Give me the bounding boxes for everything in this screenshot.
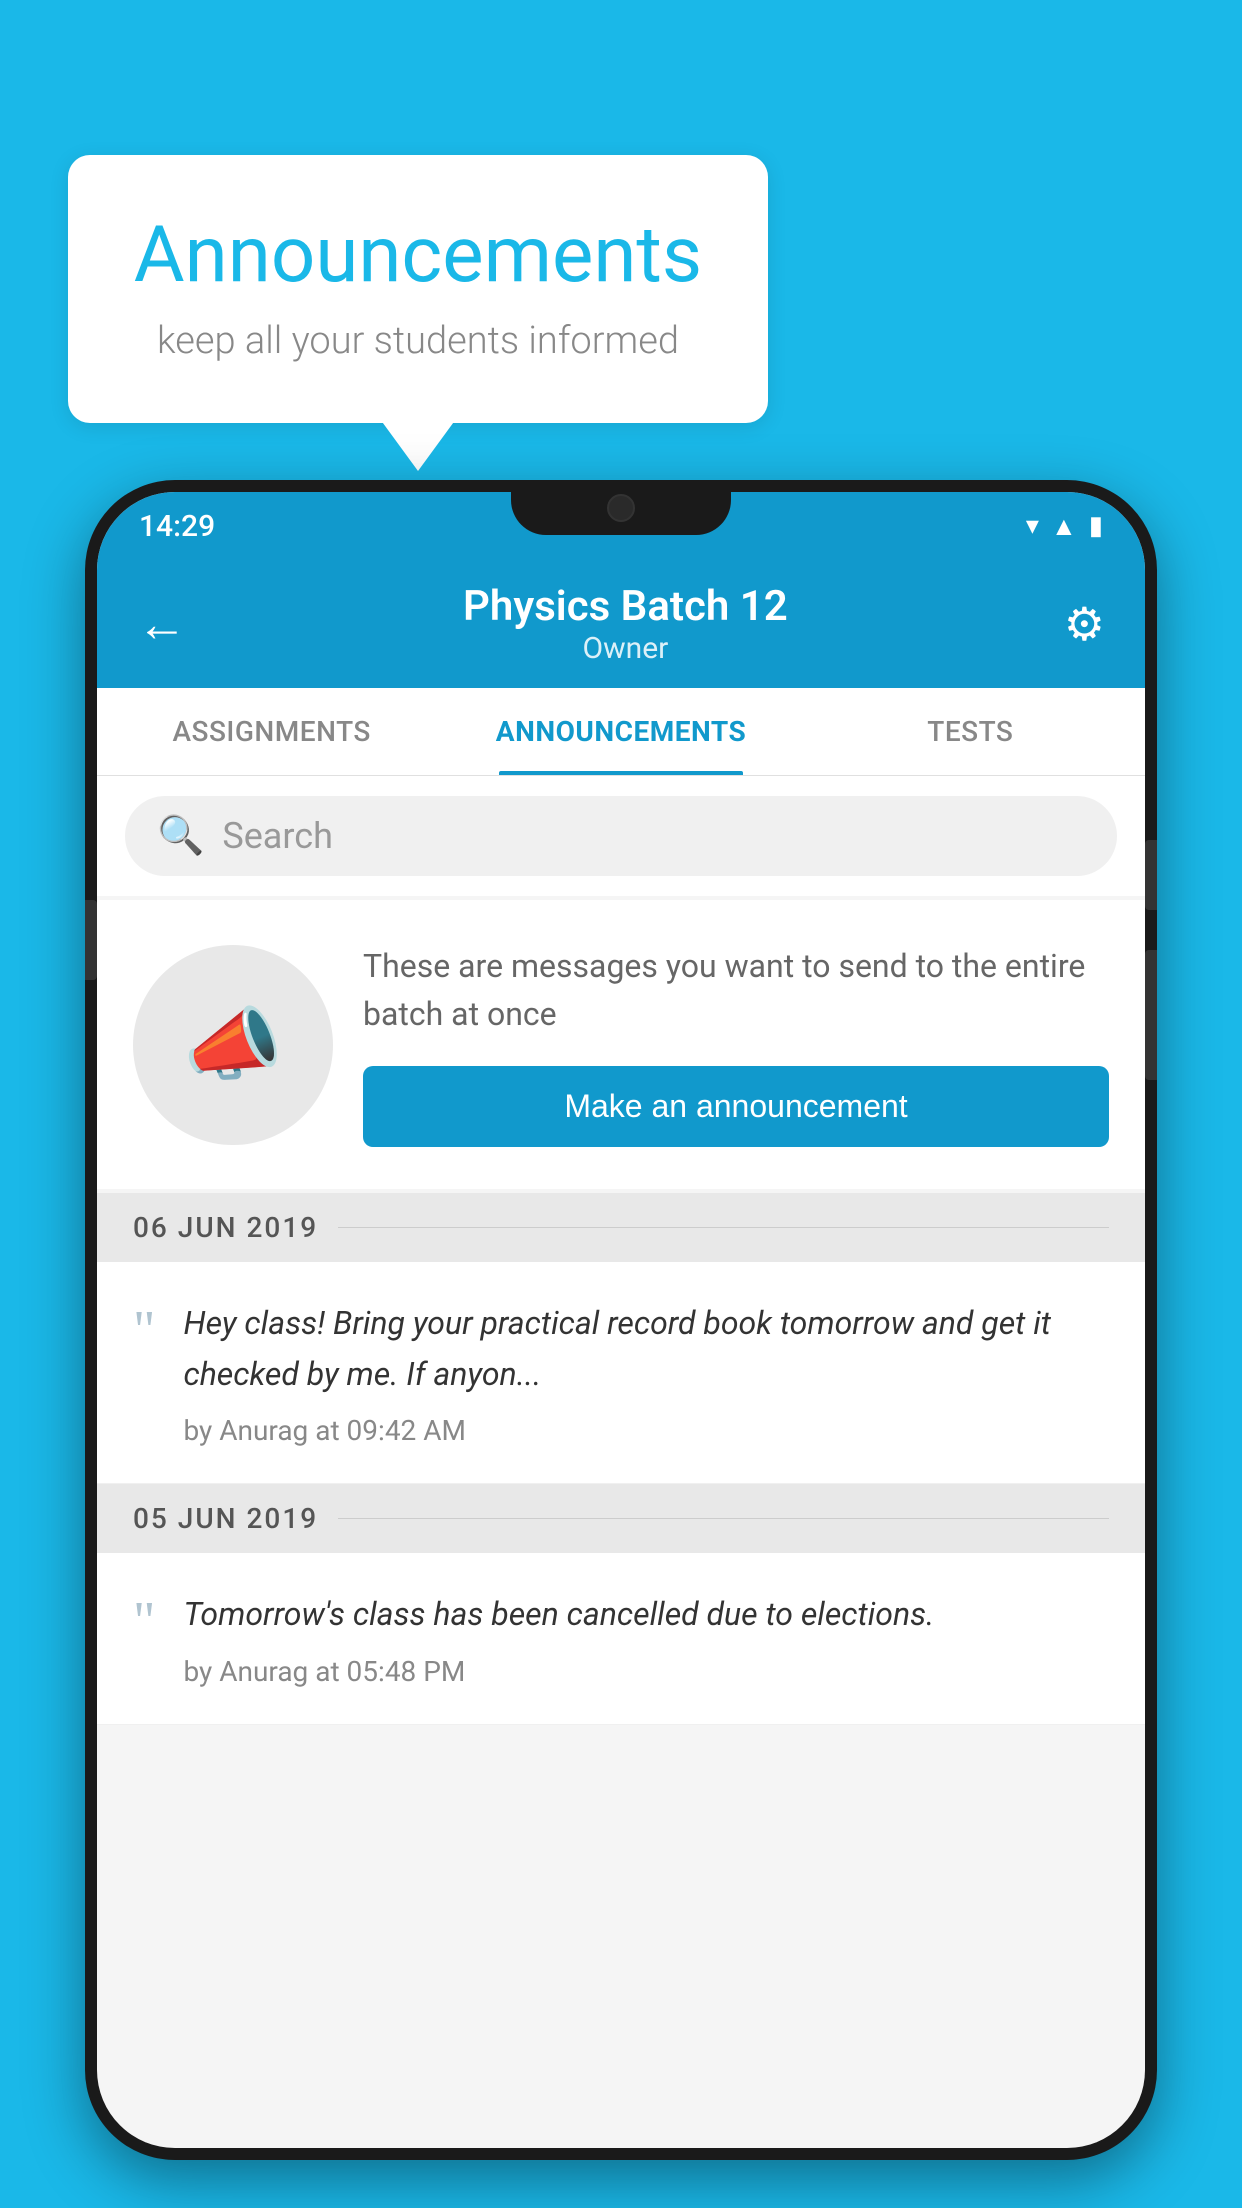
date-label-2: 05 JUN 2019 bbox=[133, 1502, 318, 1535]
status-time: 14:29 bbox=[139, 509, 215, 544]
announcement-item-2[interactable]: " Tomorrow's class has been cancelled du… bbox=[97, 1553, 1145, 1724]
announcement-meta-2: by Anurag at 05:48 PM bbox=[183, 1655, 1109, 1688]
phone-mockup: 14:29 ▾ ▲ ▮ ← Physics Batch 12 Owner ⚙ A… bbox=[85, 480, 1157, 2160]
speech-bubble-subtitle: keep all your students informed bbox=[128, 319, 708, 363]
search-container: 🔍 Search bbox=[97, 776, 1145, 896]
battery-icon: ▮ bbox=[1089, 511, 1103, 541]
announcement-text-2: Tomorrow's class has been cancelled due … bbox=[183, 1589, 1109, 1640]
power-button-bottom bbox=[1145, 950, 1157, 1080]
status-icons: ▾ ▲ ▮ bbox=[1026, 511, 1103, 542]
make-announcement-button[interactable]: Make an announcement bbox=[363, 1066, 1109, 1147]
tab-bar: ASSIGNMENTS ANNOUNCEMENTS TESTS bbox=[97, 688, 1145, 776]
app-bar-title: Physics Batch 12 bbox=[187, 582, 1064, 631]
quote-icon-2: " bbox=[133, 1589, 155, 1648]
wifi-icon: ▾ bbox=[1026, 511, 1039, 541]
phone-screen: 14:29 ▾ ▲ ▮ ← Physics Batch 12 Owner ⚙ A… bbox=[97, 492, 1145, 2148]
back-button[interactable]: ← bbox=[137, 595, 187, 654]
signal-icon: ▲ bbox=[1051, 511, 1077, 542]
promo-icon-circle: 📣 bbox=[133, 945, 333, 1145]
announcement-text-1: Hey class! Bring your practical record b… bbox=[183, 1298, 1109, 1400]
search-bar[interactable]: 🔍 Search bbox=[125, 796, 1117, 876]
announcement-item-1[interactable]: " Hey class! Bring your practical record… bbox=[97, 1262, 1145, 1484]
speech-bubble-container: Announcements keep all your students inf… bbox=[68, 155, 768, 423]
date-label-1: 06 JUN 2019 bbox=[133, 1211, 318, 1244]
announcement-promo: 📣 These are messages you want to send to… bbox=[97, 900, 1145, 1189]
content-area: 🔍 Search 📣 These are messages you want t… bbox=[97, 776, 1145, 1725]
announcement-content-2: Tomorrow's class has been cancelled due … bbox=[183, 1589, 1109, 1687]
tab-assignments[interactable]: ASSIGNMENTS bbox=[97, 688, 446, 775]
tab-tests[interactable]: TESTS bbox=[796, 688, 1145, 775]
date-line-1 bbox=[338, 1227, 1109, 1228]
app-bar-subtitle: Owner bbox=[187, 631, 1064, 666]
speech-bubble-title: Announcements bbox=[128, 210, 708, 301]
volume-button bbox=[85, 900, 97, 980]
phone-notch bbox=[511, 480, 731, 535]
date-separator-2: 05 JUN 2019 bbox=[97, 1484, 1145, 1553]
speech-bubble: Announcements keep all your students inf… bbox=[68, 155, 768, 423]
quote-icon-1: " bbox=[133, 1298, 155, 1357]
announcement-meta-1: by Anurag at 09:42 AM bbox=[183, 1414, 1109, 1447]
announcement-content-1: Hey class! Bring your practical record b… bbox=[183, 1298, 1109, 1447]
promo-content: These are messages you want to send to t… bbox=[363, 942, 1109, 1147]
search-placeholder: Search bbox=[222, 815, 333, 857]
app-bar: ← Physics Batch 12 Owner ⚙ bbox=[97, 560, 1145, 688]
search-icon: 🔍 bbox=[157, 814, 204, 858]
date-line-2 bbox=[338, 1518, 1109, 1519]
date-separator-1: 06 JUN 2019 bbox=[97, 1193, 1145, 1262]
settings-button[interactable]: ⚙ bbox=[1064, 597, 1105, 652]
promo-description: These are messages you want to send to t… bbox=[363, 942, 1109, 1038]
power-button-top bbox=[1145, 840, 1157, 910]
phone-camera bbox=[607, 494, 635, 522]
tab-announcements[interactable]: ANNOUNCEMENTS bbox=[446, 688, 795, 775]
app-bar-title-block: Physics Batch 12 Owner bbox=[187, 582, 1064, 666]
megaphone-icon: 📣 bbox=[183, 998, 283, 1092]
